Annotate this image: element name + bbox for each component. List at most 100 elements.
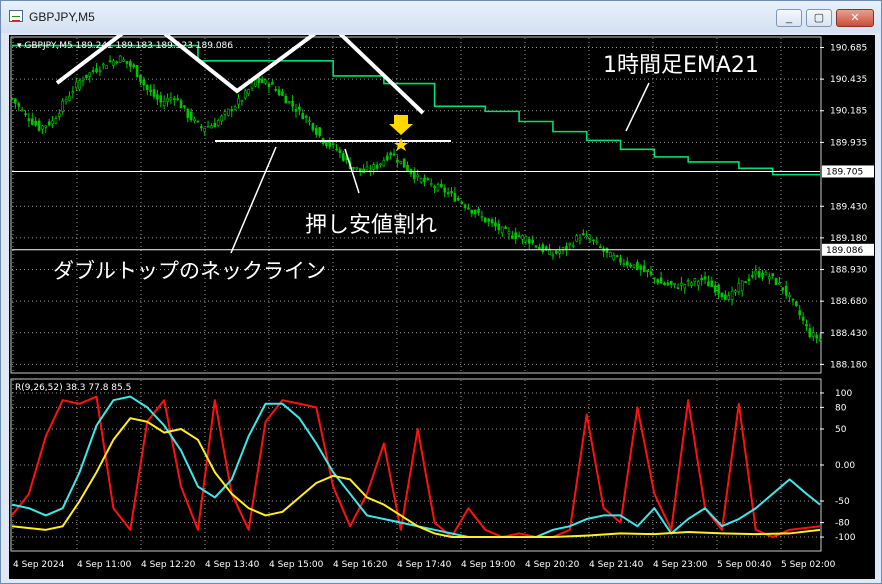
indicator-tick-label: 50 xyxy=(835,425,847,435)
candle-body xyxy=(10,97,14,100)
candle-body xyxy=(686,280,690,282)
titlebar[interactable]: GBPJPY,M5 _ ▢ ✕ xyxy=(1,1,881,33)
time-tick-label: 4 Sep 11:00 xyxy=(77,560,132,570)
candle-body xyxy=(791,298,795,301)
price-tick-label: 189.430 xyxy=(830,202,867,212)
candle-body xyxy=(179,100,183,109)
time-tick-label: 4 Sep 12:20 xyxy=(141,560,196,570)
candle-body xyxy=(460,201,463,204)
candle-body xyxy=(304,115,308,118)
candle-body xyxy=(642,265,646,272)
candle-body xyxy=(142,79,146,86)
candle-body xyxy=(95,68,98,73)
indicator-tick-label: -50 xyxy=(835,497,850,507)
candle-body xyxy=(68,95,71,102)
candle-body xyxy=(676,287,680,290)
candle-body xyxy=(754,270,758,275)
candle-body xyxy=(494,222,497,227)
candle-body xyxy=(619,257,622,263)
candle-body xyxy=(37,120,41,131)
candle-body xyxy=(91,70,95,72)
candle-body xyxy=(815,335,818,339)
candle-body xyxy=(571,244,575,247)
candle-body xyxy=(565,246,568,251)
candle-body xyxy=(740,280,744,292)
time-tick-label: 4 Sep 23:00 xyxy=(653,560,708,570)
candle-body xyxy=(808,328,812,338)
candle-body xyxy=(382,160,386,167)
indicator-tick-label: -100 xyxy=(835,533,856,543)
candle-body xyxy=(463,204,467,208)
candle-body xyxy=(747,278,751,282)
candle-body xyxy=(145,84,149,90)
candle-body xyxy=(61,100,65,112)
candle-body xyxy=(335,148,338,151)
candle-body xyxy=(112,60,115,66)
candle-body xyxy=(41,125,44,130)
candle-body xyxy=(176,98,179,101)
candle-body xyxy=(78,80,81,90)
candle-body xyxy=(287,101,291,103)
price-tick-label: 188.430 xyxy=(830,329,867,339)
candle-body xyxy=(274,89,277,91)
price-panel-header: ▾ GBPJPY,M5 189.241 189.183 189.123 189.… xyxy=(17,41,233,51)
candle-body xyxy=(477,208,480,213)
candle-body xyxy=(200,126,203,129)
candle-body xyxy=(257,77,261,83)
candle-body xyxy=(30,118,34,125)
chart-area[interactable]: 189.705 189.086 190.685 190.435 190.185 189.… xyxy=(9,35,875,579)
candle-body xyxy=(497,223,501,231)
candle-body xyxy=(527,239,531,244)
annotation-break-label: 押し安値割れ xyxy=(305,213,437,238)
candle-body xyxy=(636,261,639,270)
candle-body xyxy=(730,290,734,300)
candle-body xyxy=(362,168,365,173)
time-tick-label: 4 Sep 19:00 xyxy=(461,560,516,570)
candle-body xyxy=(277,89,281,96)
maximize-button[interactable]: ▢ xyxy=(806,9,832,27)
candle-body xyxy=(419,178,423,183)
candle-body xyxy=(85,74,88,79)
candle-body xyxy=(284,95,288,104)
candle-body xyxy=(358,168,362,172)
candle-body xyxy=(795,301,798,306)
candle-body xyxy=(761,273,764,278)
candle-body xyxy=(342,153,345,161)
candle-body xyxy=(764,271,768,276)
candle-body xyxy=(250,82,254,89)
candle-body xyxy=(588,239,592,242)
candle-body xyxy=(629,264,632,267)
candle-body xyxy=(798,310,802,316)
candle-body xyxy=(230,109,234,112)
candle-body xyxy=(734,290,737,293)
time-tick-label: 4 Sep 20:20 xyxy=(525,560,580,570)
candle-body xyxy=(663,282,666,286)
candle-body xyxy=(456,197,460,201)
indicator-axis: 100 80 50 0.00 -50 -80 -100 xyxy=(820,389,856,543)
candle-body xyxy=(220,115,223,122)
candle-body xyxy=(203,127,207,132)
candle-body xyxy=(649,271,653,275)
chart-canvas[interactable]: 189.705 189.086 190.685 190.435 190.185 189.… xyxy=(9,35,875,579)
candle-body xyxy=(54,118,58,124)
candle-body xyxy=(267,83,271,88)
price-tick-label: 189.180 xyxy=(830,234,867,244)
price-tick-label: 188.180 xyxy=(830,360,867,370)
candle-body xyxy=(64,98,68,103)
candle-body xyxy=(713,285,717,293)
candle-body xyxy=(656,279,660,284)
candle-body xyxy=(216,120,220,127)
candle-body xyxy=(788,294,791,297)
candle-body xyxy=(585,235,589,238)
candle-body xyxy=(308,120,311,123)
candle-body xyxy=(426,178,430,180)
candle-body xyxy=(440,183,443,188)
candle-body xyxy=(639,265,643,271)
window-title: GBPJPY,M5 xyxy=(29,10,95,24)
close-button[interactable]: ✕ xyxy=(836,9,874,27)
minimize-button[interactable]: _ xyxy=(776,9,802,27)
candle-body xyxy=(473,209,477,215)
candle-body xyxy=(470,209,474,214)
candle-body xyxy=(781,287,785,291)
candle-body xyxy=(14,98,17,104)
